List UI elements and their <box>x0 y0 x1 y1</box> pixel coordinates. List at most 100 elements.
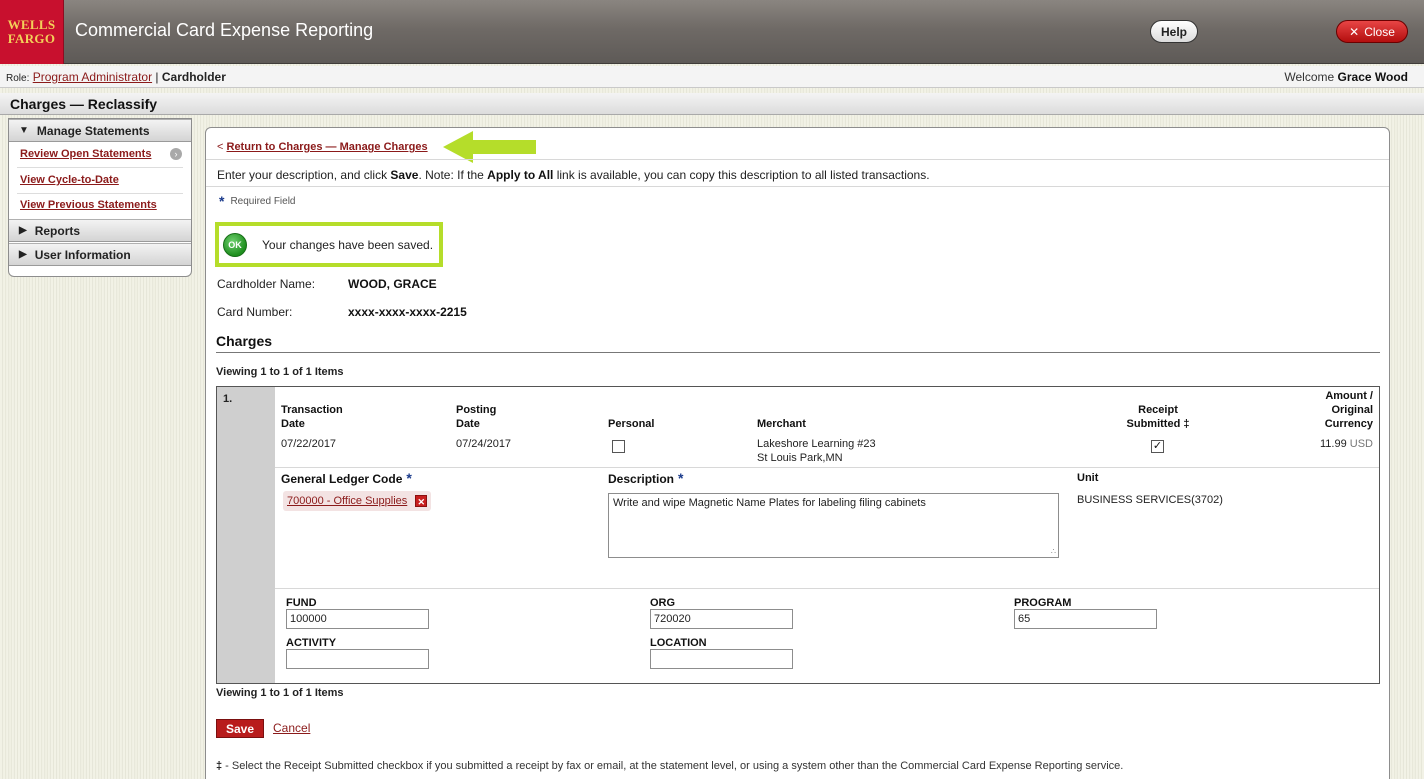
resize-handle-icon[interactable]: ∴ <box>1051 547 1056 556</box>
header-text: Amount / <box>1325 390 1373 402</box>
role-current: Cardholder <box>161 70 226 84</box>
description-text: Write and wipe Magnetic Name Plates for … <box>613 497 926 509</box>
gl-code-label: General Ledger Code * <box>281 471 412 486</box>
posting-date: 07/24/2017 <box>456 438 512 450</box>
required-star-icon: * <box>406 470 412 486</box>
page-title-bar: Charges — Reclassify <box>0 93 1424 115</box>
header-amount: Amount / Original Currency <box>1297 389 1373 431</box>
header-receipt-submitted: Receipt Submitted ‡ <box>1123 403 1193 431</box>
required-star-icon: * <box>219 193 225 209</box>
close-icon: ✕ <box>1349 24 1360 39</box>
cardholder-name-value: WOOD, GRACE <box>348 277 437 291</box>
nav-review-open-statements[interactable]: Review Open Statements <box>20 148 151 160</box>
nav-reports-label: Reports <box>34 223 81 238</box>
unit-label: Unit <box>1077 472 1099 484</box>
activity-label: ACTIVITY <box>286 637 337 649</box>
page-title: Charges — Reclassify <box>10 96 158 112</box>
transaction-date: 07/22/2017 <box>281 438 337 450</box>
welcome-name: Grace Wood <box>1337 70 1408 84</box>
nav-view-previous-statements[interactable]: View Previous Statements <box>20 199 157 211</box>
viewing-count-bottom: Viewing 1 to 1 of 1 Items <box>216 687 344 699</box>
header-text: Currency <box>1324 418 1373 430</box>
return-to-manage-charges-link[interactable]: Return to Charges — Manage Charges <box>227 141 428 153</box>
header-posting-date: Posting Date <box>456 403 496 431</box>
amount: 11.99 USD <box>1297 437 1373 451</box>
collapsed-triangle-icon: ▶ <box>19 249 27 260</box>
role-switcher: Role: Program Administrator | Cardholder <box>6 70 226 84</box>
amount-value: 11.99 <box>1319 438 1347 450</box>
instr-save: Save <box>390 168 419 182</box>
cancel-link[interactable]: Cancel <box>273 721 310 735</box>
personal-checkbox[interactable] <box>612 440 625 453</box>
instr-text: . Note: If the <box>418 168 488 182</box>
card-number-value: xxxx-xxxx-xxxx-2215 <box>348 305 467 319</box>
role-separator: | <box>155 70 159 84</box>
divider <box>206 186 1389 187</box>
location-label: LOCATION <box>650 637 707 649</box>
nav-divider <box>17 167 183 168</box>
card-number-label: Card Number: <box>217 305 293 319</box>
fund-input[interactable]: 100000 <box>286 609 429 629</box>
unit-value: BUSINESS SERVICES(3702) <box>1077 494 1223 506</box>
header-merchant: Merchant <box>757 418 806 430</box>
logo-line1: WELLS <box>7 17 56 32</box>
viewing-count-top: Viewing 1 to 1 of 1 Items <box>216 366 344 378</box>
go-arrow-icon[interactable]: › <box>170 148 182 160</box>
amount-currency: USD <box>1349 438 1373 450</box>
header-text: Date <box>456 418 480 430</box>
help-button[interactable]: Help <box>1150 20 1198 43</box>
nav-reports[interactable]: ▶ Reports <box>9 219 191 242</box>
receipt-submitted-checkbox[interactable]: ✓ <box>1151 440 1164 453</box>
role-bar: Role: Program Administrator | Cardholder… <box>0 66 1424 88</box>
charges-section-title: Charges <box>216 333 273 349</box>
success-message-text: Your changes have been saved. <box>262 237 434 252</box>
main-panel: < Return to Charges — Manage Charges Ent… <box>205 127 1390 779</box>
charge-number: 1. <box>217 387 275 683</box>
header-text: Date <box>281 418 305 430</box>
required-star-icon: * <box>678 470 684 486</box>
footnote: ‡ - Select the Receipt Submitted checkbo… <box>216 760 1123 772</box>
save-button[interactable]: Save <box>216 719 264 738</box>
header-transaction-date: Transaction Date <box>281 403 343 431</box>
wells-fargo-logo: WELLS FARGO <box>0 0 64 64</box>
org-label: ORG <box>650 597 676 609</box>
gl-code-label-text: General Ledger Code <box>281 472 403 486</box>
nav-user-information-label: User Information <box>34 247 131 262</box>
collapsed-triangle-icon: ▶ <box>19 225 27 236</box>
nav-user-information[interactable]: ▶ User Information <box>9 243 191 266</box>
description-textarea[interactable]: Write and wipe Magnetic Name Plates for … <box>608 493 1059 558</box>
section-divider <box>216 352 1380 353</box>
description-label-text: Description <box>608 472 675 486</box>
program-input[interactable]: 65 <box>1014 609 1157 629</box>
org-input[interactable]: 720020 <box>650 609 793 629</box>
row-divider <box>275 588 1379 589</box>
return-link-row: < Return to Charges — Manage Charges <box>217 141 428 153</box>
logo-line2: FARGO <box>7 31 56 46</box>
merchant: Lakeshore Learning #23 St Louis Park,MN <box>757 437 876 465</box>
gl-code-link[interactable]: 700000 - Office Supplies <box>287 495 407 507</box>
charge-item: 1. Transaction Date Posting Date Persona… <box>216 386 1380 684</box>
close-button[interactable]: ✕ Close <box>1336 20 1408 43</box>
ok-icon: OK <box>223 232 247 257</box>
remove-icon[interactable]: ✕ <box>415 495 428 507</box>
merchant-name: Lakeshore Learning #23 <box>757 438 876 450</box>
cardholder-name-label: Cardholder Name: <box>217 277 316 291</box>
expanded-triangle-icon: ▼ <box>19 125 29 136</box>
instructions: Enter your description, and click Save. … <box>217 168 930 182</box>
row-divider <box>275 467 1379 468</box>
nav-manage-statements-label: Manage Statements <box>36 123 150 138</box>
header-text: Submitted ‡ <box>1126 418 1190 430</box>
role-label: Role: <box>6 73 30 84</box>
fund-label: FUND <box>286 597 317 609</box>
nav-manage-statements[interactable]: ▼ Manage Statements <box>9 119 191 142</box>
instr-text: link is available, you can copy this des… <box>553 168 930 182</box>
location-input[interactable] <box>650 649 793 669</box>
role-program-administrator-link[interactable]: Program Administrator <box>33 70 152 84</box>
left-nav: ▼ Manage Statements Review Open Statemen… <box>8 118 192 277</box>
activity-input[interactable] <box>286 649 429 669</box>
app-title: Commercial Card Expense Reporting <box>75 20 374 40</box>
nav-view-cycle-to-date[interactable]: View Cycle-to-Date <box>20 174 119 186</box>
instr-text: Enter your description, and click <box>217 168 391 182</box>
description-label: Description * <box>608 471 683 486</box>
instr-apply-to-all: Apply to All <box>487 168 554 182</box>
